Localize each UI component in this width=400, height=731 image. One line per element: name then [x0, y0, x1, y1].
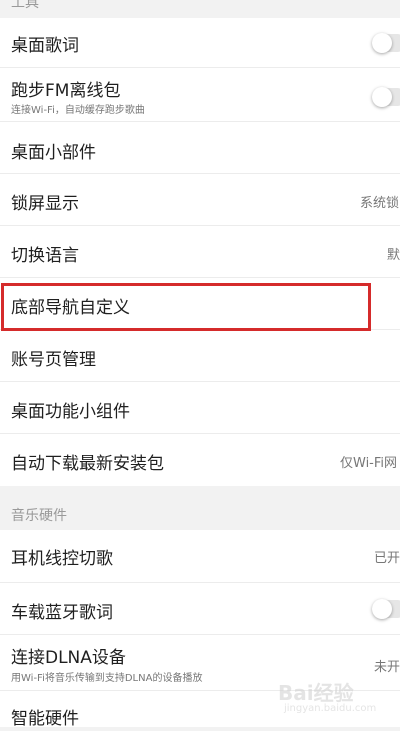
section-header-tools: 工具: [0, 0, 400, 20]
setting-headset-control[interactable]: 耳机线控切歌 已开: [0, 530, 400, 583]
running-fm-toggle[interactable]: [372, 87, 400, 107]
setting-car-bluetooth-title: 车载蓝牙歌词: [11, 603, 113, 623]
section-header-tools-label: 工具: [11, 0, 39, 11]
tools-settings-card: 桌面歌词 跑步FM离线包 连接Wi-Fi，自动缓存跑步歌曲 桌面小部件 锁屏显示…: [0, 18, 400, 486]
toggle-knob: [372, 33, 392, 53]
toggle-knob: [372, 87, 392, 107]
setting-running-fm-title: 跑步FM离线包: [11, 81, 121, 101]
highlight-box: [1, 283, 371, 331]
setting-car-bluetooth[interactable]: 车载蓝牙歌词: [0, 583, 400, 635]
setting-lockscreen-title: 锁屏显示: [11, 194, 79, 214]
setting-desktop-function-widget[interactable]: 桌面功能小组件: [0, 382, 400, 434]
section-header-music-hardware: 音乐硬件: [0, 486, 400, 530]
desktop-lyrics-toggle[interactable]: [372, 33, 400, 53]
setting-dlna-title: 连接DLNA设备: [11, 648, 126, 668]
setting-desktop-lyrics[interactable]: 桌面歌词: [0, 18, 400, 68]
setting-lockscreen-value: 系统锁: [360, 196, 400, 211]
setting-desktop-widget-title: 桌面小部件: [11, 143, 96, 163]
setting-account-page[interactable]: 账号页管理: [0, 330, 400, 382]
setting-language-title: 切换语言: [11, 246, 79, 266]
section-header-music-hardware-label: 音乐硬件: [11, 508, 67, 524]
setting-running-fm-subtitle: 连接Wi-Fi，自动缓存跑步歌曲: [11, 105, 145, 116]
setting-headset-control-value: 已开: [374, 551, 400, 566]
setting-headset-control-title: 耳机线控切歌: [11, 549, 113, 569]
setting-auto-download-title: 自动下载最新安装包: [11, 454, 164, 474]
setting-running-fm[interactable]: 跑步FM离线包 连接Wi-Fi，自动缓存跑步歌曲: [0, 68, 400, 122]
setting-lockscreen[interactable]: 锁屏显示 系统锁: [0, 174, 400, 226]
watermark-text: Bai经验: [278, 681, 354, 705]
setting-desktop-lyrics-title: 桌面歌词: [11, 36, 79, 56]
setting-smart-hardware-title: 智能硬件: [11, 709, 79, 729]
setting-dlna-value: 未开: [374, 660, 400, 675]
setting-desktop-widget[interactable]: 桌面小部件: [0, 122, 400, 174]
car-bluetooth-toggle[interactable]: [372, 599, 400, 619]
setting-auto-download-value: 仅Wi-Fi网: [340, 456, 398, 471]
watermark-url: jingyan.baidu.com: [284, 703, 377, 714]
baidu-jingyan-watermark: Bai经验 jingyan.baidu.com: [278, 677, 396, 723]
setting-desktop-function-widget-title: 桌面功能小组件: [11, 402, 130, 422]
setting-account-page-title: 账号页管理: [11, 350, 96, 370]
toggle-knob: [372, 599, 392, 619]
setting-dlna-subtitle: 用Wi-Fi将音乐传输到支持DLNA的设备播放: [11, 673, 203, 684]
setting-auto-download[interactable]: 自动下载最新安装包 仅Wi-Fi网: [0, 434, 400, 486]
setting-language-value: 默: [387, 248, 400, 263]
setting-language[interactable]: 切换语言 默: [0, 226, 400, 278]
